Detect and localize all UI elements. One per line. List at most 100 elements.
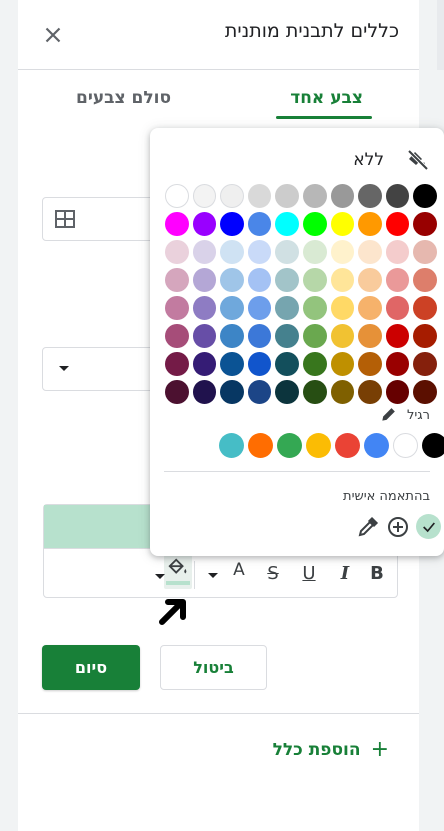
standard-color-swatch[interactable] [364, 433, 389, 458]
standard-color-swatch[interactable] [248, 433, 273, 458]
tab-single-color[interactable]: צבע אחד [290, 88, 363, 108]
color-swatch[interactable] [192, 268, 217, 292]
color-swatch[interactable] [413, 296, 437, 320]
color-swatch[interactable] [247, 240, 272, 264]
color-swatch[interactable] [330, 268, 355, 292]
color-swatch[interactable] [358, 212, 382, 236]
color-swatch[interactable] [303, 380, 327, 404]
color-swatch[interactable] [330, 380, 355, 404]
standard-color-swatch[interactable] [277, 433, 302, 458]
pencil-icon[interactable] [379, 404, 399, 424]
color-swatch[interactable] [165, 212, 189, 236]
color-swatch[interactable] [247, 380, 272, 404]
color-swatch[interactable] [275, 212, 300, 236]
standard-color-swatch[interactable] [422, 433, 444, 458]
standard-color-swatch[interactable] [219, 433, 244, 458]
color-swatch[interactable] [220, 212, 244, 236]
cancel-button[interactable]: ביטול [160, 645, 267, 690]
color-swatch[interactable] [165, 324, 189, 348]
color-swatch[interactable] [358, 240, 382, 264]
color-swatch[interactable] [247, 352, 272, 376]
color-swatch[interactable] [192, 212, 217, 236]
color-swatch[interactable] [220, 296, 244, 320]
color-swatch[interactable] [275, 240, 300, 264]
color-swatch[interactable] [192, 324, 217, 348]
done-button[interactable]: סיום [42, 645, 140, 690]
condition-dropdown[interactable] [42, 347, 157, 391]
color-swatch[interactable] [413, 352, 437, 376]
color-swatch[interactable] [330, 184, 355, 208]
color-swatch[interactable] [303, 240, 327, 264]
color-swatch[interactable] [220, 380, 244, 404]
color-swatch[interactable] [303, 212, 327, 236]
color-swatch[interactable] [220, 240, 244, 264]
color-swatch[interactable] [413, 240, 437, 264]
underline-button[interactable]: U [298, 563, 320, 585]
text-color-button[interactable]: A [228, 559, 250, 581]
color-swatch[interactable] [247, 212, 272, 236]
color-swatch[interactable] [165, 352, 189, 376]
color-swatch[interactable] [385, 296, 410, 320]
color-swatch[interactable] [220, 324, 244, 348]
select-range-icon[interactable] [55, 210, 75, 228]
color-swatch[interactable] [192, 380, 217, 404]
color-swatch[interactable] [275, 324, 300, 348]
color-swatch[interactable] [275, 352, 300, 376]
color-swatch[interactable] [165, 268, 189, 292]
color-swatch[interactable] [358, 268, 382, 292]
color-swatch[interactable] [358, 296, 382, 320]
color-swatch[interactable] [330, 212, 355, 236]
bold-button[interactable]: B [366, 563, 388, 585]
text-color-chevron-icon[interactable] [208, 573, 218, 578]
color-swatch[interactable] [192, 352, 217, 376]
color-swatch[interactable] [303, 184, 327, 208]
color-swatch[interactable] [330, 296, 355, 320]
color-swatch[interactable] [358, 324, 382, 348]
color-swatch[interactable] [358, 352, 382, 376]
color-swatch[interactable] [247, 268, 272, 292]
color-swatch[interactable] [413, 380, 437, 404]
color-swatch[interactable] [385, 324, 410, 348]
close-icon[interactable] [40, 22, 66, 48]
standard-color-swatch[interactable] [335, 433, 360, 458]
color-swatch[interactable] [413, 268, 437, 292]
color-swatch[interactable] [413, 324, 437, 348]
color-swatch[interactable] [303, 296, 327, 320]
fill-color-button[interactable] [164, 555, 192, 589]
color-swatch[interactable] [192, 240, 217, 264]
color-swatch[interactable] [385, 212, 410, 236]
tab-color-scale[interactable]: סולם צבעים [76, 88, 171, 108]
color-swatch[interactable] [164, 184, 189, 208]
color-swatch[interactable] [330, 352, 355, 376]
color-swatch[interactable] [358, 380, 382, 404]
standard-color-swatch[interactable] [306, 433, 331, 458]
color-swatch[interactable] [385, 240, 410, 264]
color-swatch[interactable] [413, 212, 437, 236]
color-swatch[interactable] [247, 184, 272, 208]
custom-color-swatch[interactable] [416, 514, 441, 539]
color-swatch[interactable] [330, 240, 355, 264]
color-swatch[interactable] [330, 324, 355, 348]
color-swatch[interactable] [275, 268, 300, 292]
color-swatch[interactable] [275, 380, 300, 404]
add-rule-button[interactable]: + הוספת כלל [273, 737, 389, 762]
color-swatch[interactable] [192, 296, 217, 320]
eyedropper-icon[interactable] [356, 515, 380, 539]
color-swatch[interactable] [220, 352, 244, 376]
color-swatch[interactable] [275, 184, 300, 208]
color-swatch[interactable] [247, 324, 272, 348]
standard-color-swatch[interactable] [393, 433, 418, 458]
color-swatch[interactable] [220, 184, 244, 208]
color-swatch[interactable] [165, 296, 189, 320]
color-swatch[interactable] [247, 296, 272, 320]
color-swatch[interactable] [275, 296, 300, 320]
color-swatch[interactable] [385, 352, 410, 376]
color-swatch[interactable] [385, 380, 410, 404]
add-custom-color-icon[interactable] [386, 515, 410, 539]
color-swatch[interactable] [385, 184, 410, 208]
italic-button[interactable]: I [334, 563, 356, 585]
color-swatch[interactable] [165, 240, 189, 264]
range-input[interactable] [42, 197, 157, 241]
no-color-option[interactable]: ללא [353, 146, 430, 174]
color-swatch[interactable] [220, 268, 244, 292]
